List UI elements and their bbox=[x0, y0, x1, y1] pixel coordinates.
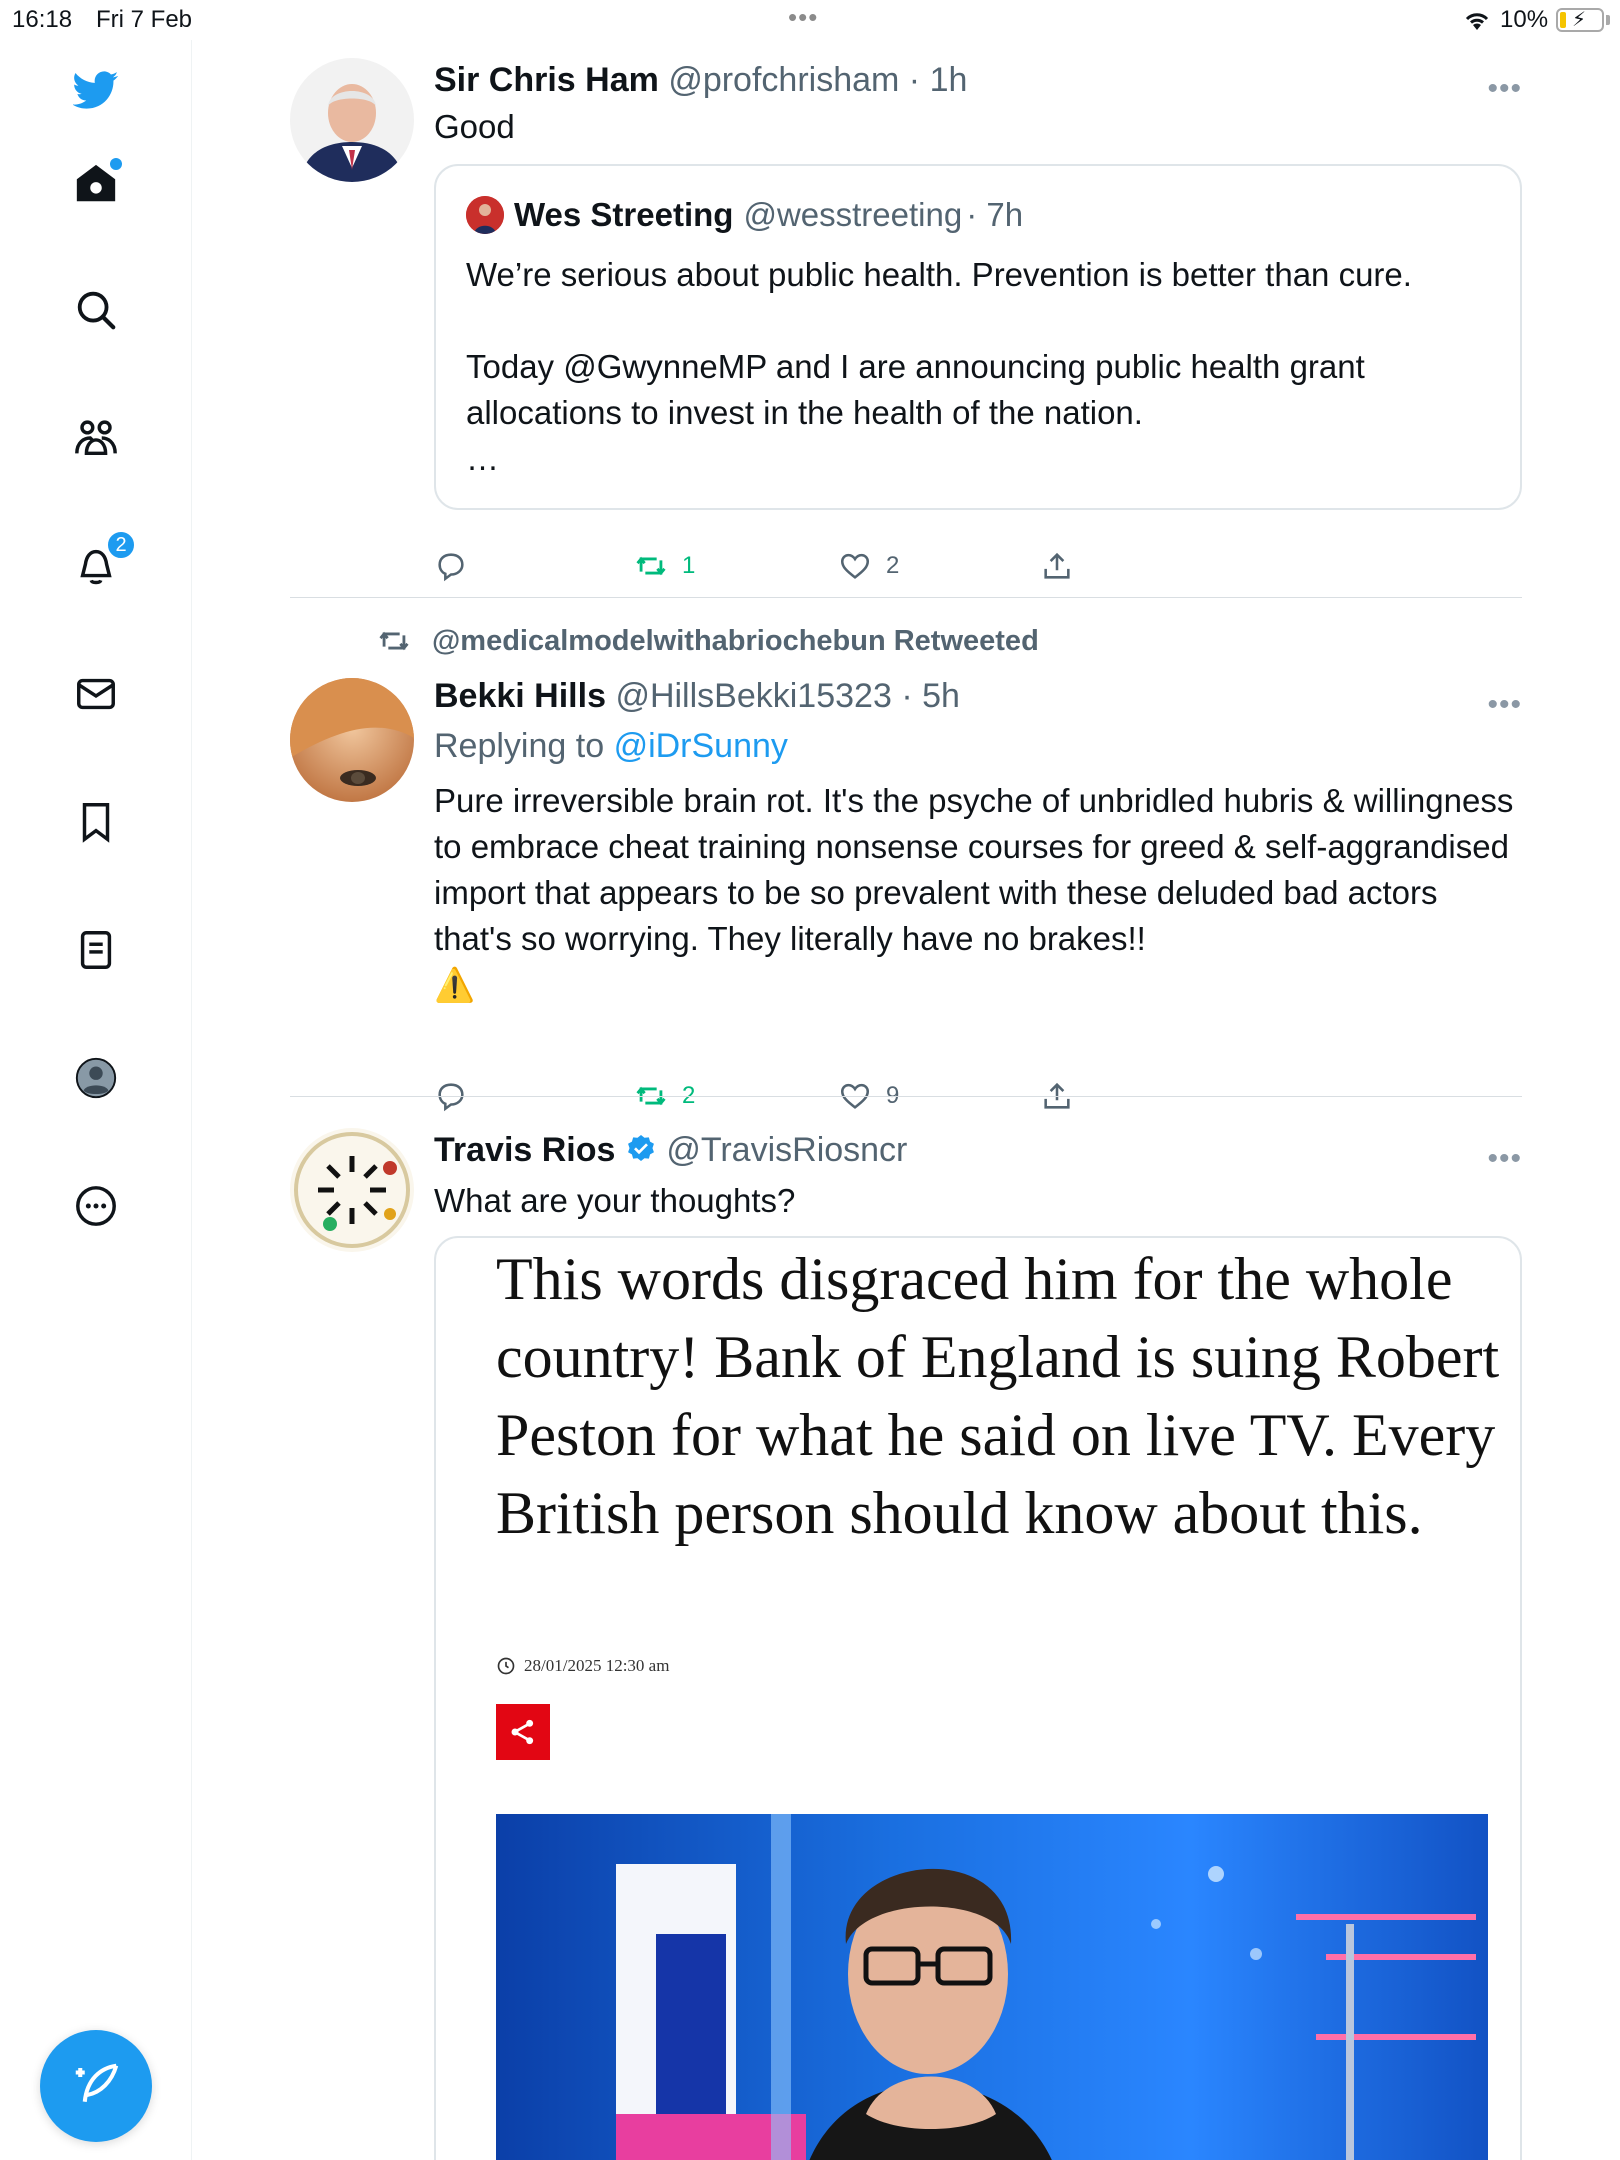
author-handle[interactable]: @TravisRiosncr bbox=[666, 1131, 907, 1169]
reply-button[interactable] bbox=[434, 544, 482, 588]
quoted-tweet-text: We’re serious about public health. Preve… bbox=[466, 252, 1496, 482]
like-count: 2 bbox=[886, 552, 900, 579]
tweet-header: Travis Rios @TravisRiosncr bbox=[434, 1128, 1522, 1176]
avatar[interactable] bbox=[290, 58, 414, 182]
tweet-2[interactable]: @medicalmodelwithabriochebun Retweeted B… bbox=[290, 624, 1522, 1124]
more-options-icon[interactable] bbox=[66, 1176, 126, 1236]
replying-to-handle[interactable]: @iDrSunny bbox=[614, 727, 788, 765]
search-icon[interactable] bbox=[66, 280, 126, 340]
media-headline: This words disgraced him for the whole c… bbox=[496, 1246, 1500, 1546]
avatar[interactable] bbox=[290, 678, 414, 802]
status-time: 16:18 bbox=[12, 6, 73, 33]
heart-icon bbox=[840, 553, 870, 579]
quoted-tweet[interactable]: Wes Streeting @wesstreeting · 7h We’re s… bbox=[434, 164, 1522, 510]
author-name[interactable]: Travis Rios bbox=[434, 1131, 615, 1169]
tweet-divider bbox=[290, 1096, 1522, 1097]
compose-tweet-button[interactable] bbox=[40, 2030, 152, 2142]
sidebar: 2 bbox=[0, 40, 192, 2160]
retweet-icon bbox=[636, 556, 666, 576]
share-button[interactable] bbox=[1040, 544, 1074, 588]
replying-to-label: Replying to bbox=[434, 727, 605, 765]
battery-percent: 10% bbox=[1500, 6, 1549, 33]
retweet-button[interactable]: 1 bbox=[634, 544, 695, 588]
retweeted-by-text: @medicalmodelwithabriochebun Retweeted bbox=[432, 624, 1039, 657]
twitter-logo-icon[interactable] bbox=[66, 60, 126, 120]
tweet-1[interactable]: Sir Chris Ham @profchrisham · 1h ••• Goo… bbox=[290, 58, 1522, 582]
tweet-more-icon[interactable]: ••• bbox=[1487, 1142, 1522, 1176]
home-new-dot bbox=[110, 158, 122, 170]
author-handle[interactable]: @HillsBekki15323 bbox=[615, 677, 891, 715]
status-bar: 16:18 Fri 7 Feb ••• 10% ⚡ bbox=[0, 0, 1620, 40]
notifications-badge: 2 bbox=[106, 530, 136, 560]
quoted-author-name: Wes Streeting bbox=[514, 196, 734, 233]
lists-icon[interactable] bbox=[66, 920, 126, 980]
tweet-header: Sir Chris Ham @profchrisham · 1h bbox=[434, 58, 1522, 102]
profile-avatar-icon[interactable] bbox=[66, 1048, 126, 1108]
tweet-3[interactable]: Travis Rios @TravisRiosncr ••• What are … bbox=[290, 1128, 1522, 2160]
messages-envelope-icon[interactable] bbox=[66, 664, 126, 724]
communities-icon[interactable] bbox=[66, 408, 126, 468]
quoted-avatar bbox=[466, 196, 504, 234]
share-icon bbox=[1044, 552, 1070, 579]
status-date: Fri 7 Feb bbox=[96, 6, 193, 33]
tweet-header: Bekki Hills @HillsBekki15323 · 5h bbox=[434, 674, 1522, 718]
avatar[interactable] bbox=[290, 1128, 414, 1252]
warning-emoji: ⚠️ bbox=[434, 966, 476, 1003]
quoted-tweet-time: · 7h bbox=[966, 196, 1024, 233]
tweet-more-icon[interactable]: ••• bbox=[1487, 688, 1522, 722]
media-timestamp-text: 28/01/2025 12:30 am bbox=[524, 1656, 670, 1675]
media-share-icon bbox=[496, 1704, 550, 1760]
tweet-media-image[interactable]: This words disgraced him for the whole c… bbox=[434, 1236, 1522, 2160]
wifi-icon bbox=[1462, 8, 1492, 39]
verified-badge-icon bbox=[625, 1132, 657, 1176]
media-timestamp: 28/01/2025 12:30 am bbox=[496, 1656, 669, 1676]
like-button[interactable]: 2 bbox=[838, 544, 899, 588]
quoted-text-ellipsis: … bbox=[466, 440, 499, 477]
author-name[interactable]: Sir Chris Ham bbox=[434, 61, 659, 99]
author-handle[interactable]: @profchrisham bbox=[668, 61, 899, 99]
media-photo bbox=[496, 1814, 1488, 2160]
notifications-bell-icon[interactable]: 2 bbox=[66, 530, 136, 596]
bookmarks-icon[interactable] bbox=[66, 792, 126, 852]
tweet-text: What are your thoughts? bbox=[434, 1182, 796, 1219]
tweet-divider bbox=[290, 597, 1522, 598]
quoted-text-line2: Today @GwynneMP and I are announcing pub… bbox=[466, 348, 1365, 431]
tweet-more-icon[interactable]: ••• bbox=[1487, 72, 1522, 106]
retweet-count: 1 bbox=[682, 552, 696, 579]
author-name[interactable]: Bekki Hills bbox=[434, 677, 606, 715]
quoted-text-line1: We’re serious about public health. Preve… bbox=[466, 256, 1412, 293]
replying-to: Replying to @iDrSunny bbox=[434, 724, 1522, 768]
home-icon[interactable] bbox=[66, 154, 126, 214]
retweeted-by[interactable]: @medicalmodelwithabriochebun Retweeted bbox=[374, 624, 1039, 658]
quoted-author-handle: @wesstreeting bbox=[743, 196, 963, 233]
tweet-time[interactable]: · 5h bbox=[901, 677, 960, 715]
quoted-tweet-header: Wes Streeting @wesstreeting · 7h bbox=[466, 196, 1023, 234]
tweet-time[interactable]: · 1h bbox=[909, 61, 968, 99]
tweet-text: Pure irreversible brain rot. It's the ps… bbox=[434, 782, 1514, 957]
battery-icon: ⚡ bbox=[1556, 8, 1604, 32]
reply-icon bbox=[438, 553, 464, 582]
retweet-indicator-icon bbox=[379, 631, 409, 651]
tweet-text: Good bbox=[434, 108, 515, 145]
clock-icon bbox=[497, 1657, 515, 1675]
multitasking-dots-icon[interactable]: ••• bbox=[788, 2, 818, 33]
tweet-actions: 1 2 bbox=[434, 544, 1134, 588]
